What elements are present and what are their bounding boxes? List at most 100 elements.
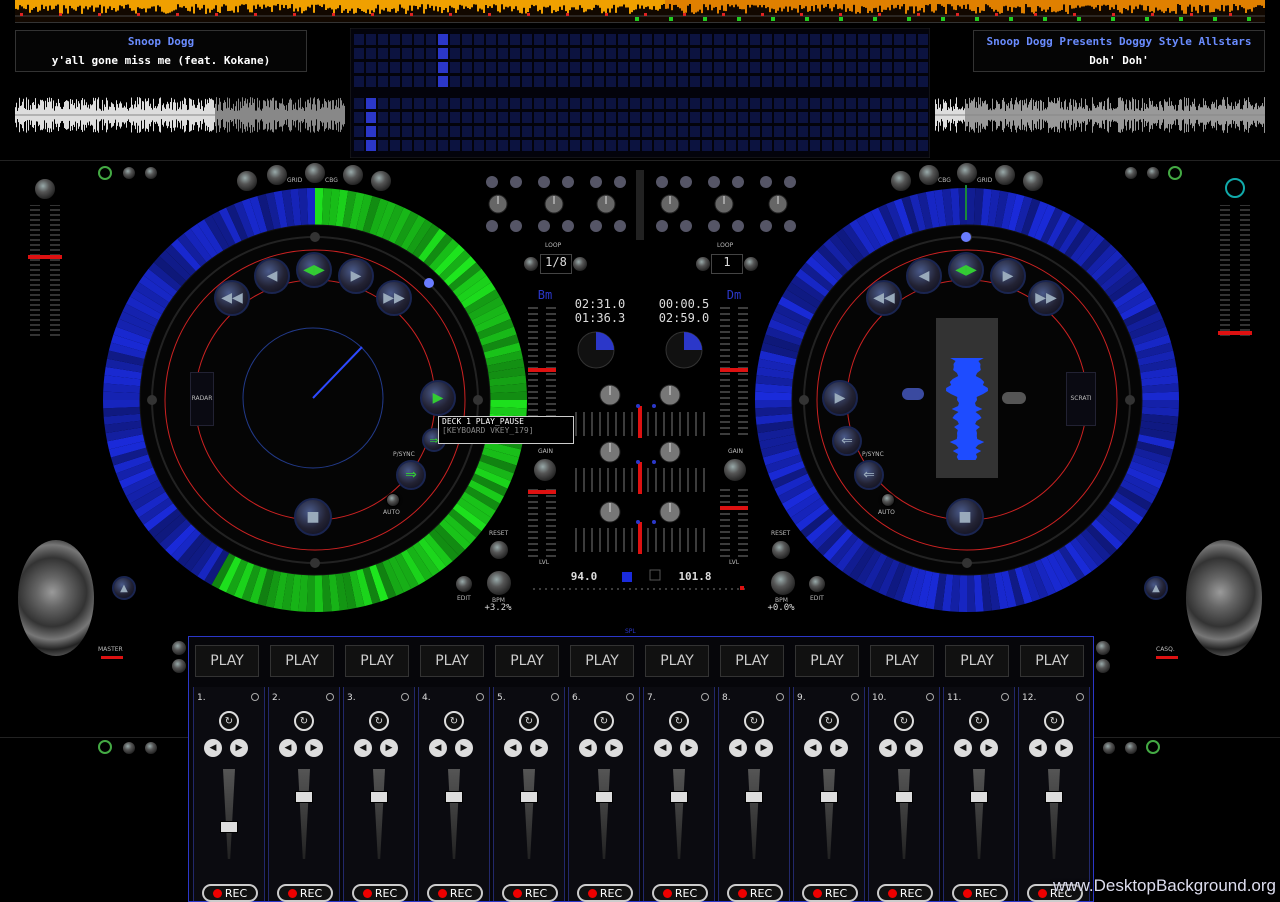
sampler-scroll-up-right[interactable] — [1095, 640, 1111, 656]
deck-a-knob[interactable] — [236, 170, 258, 192]
sampler-prev-icon[interactable]: ◀ — [504, 739, 522, 757]
deck-a-reset-button[interactable] — [489, 540, 509, 560]
deck-b-play-button[interactable]: ▶ — [822, 380, 858, 416]
deck-a-knob[interactable] — [266, 164, 288, 186]
sampler-volume-track[interactable] — [298, 769, 310, 859]
sampler-volume-track[interactable] — [598, 769, 610, 859]
sampler-next-icon[interactable]: ▶ — [905, 739, 923, 757]
sampler-rec-button[interactable]: REC — [202, 884, 258, 902]
mixer-eq-knobs[interactable] — [478, 170, 802, 240]
sampler-option-right[interactable] — [1124, 741, 1138, 755]
sampler-volume-track[interactable] — [448, 769, 460, 859]
sampler-rec-button[interactable]: REC — [802, 884, 858, 902]
deck-a-knob[interactable] — [342, 164, 364, 186]
sampler-next-icon[interactable]: ▶ — [755, 739, 773, 757]
sampler-play-button[interactable]: PLAY — [645, 645, 709, 677]
sampler-select-icon[interactable] — [626, 693, 634, 701]
overview-waveform[interactable] — [15, 0, 1265, 23]
sampler-loop-icon[interactable]: ↻ — [594, 711, 614, 731]
sampler-select-icon[interactable] — [551, 693, 559, 701]
sampler-prev-icon[interactable]: ◀ — [804, 739, 822, 757]
deck-b-knob[interactable] — [994, 164, 1016, 186]
deck-b-fast-forward-button[interactable]: ▶▶ — [1028, 280, 1064, 316]
sampler-option-left[interactable] — [122, 741, 136, 755]
sampler-rec-button[interactable]: REC — [277, 884, 333, 902]
sampler-prev-icon[interactable]: ◀ — [204, 739, 222, 757]
sampler-prev-icon[interactable]: ◀ — [1029, 739, 1047, 757]
sampler-loop-icon[interactable]: ↻ — [444, 711, 464, 731]
sampler-volume-handle[interactable] — [445, 791, 463, 803]
deck-b-option-button[interactable] — [1168, 166, 1182, 180]
deck-b-knob[interactable] — [1022, 170, 1044, 192]
deck-b-gain-knob[interactable] — [723, 458, 747, 482]
sampler-next-icon[interactable]: ▶ — [305, 739, 323, 757]
sampler-play-button[interactable]: PLAY — [795, 645, 859, 677]
deck-b-rewind-button[interactable]: ◀◀ — [866, 280, 902, 316]
sampler-prev-icon[interactable]: ◀ — [354, 739, 372, 757]
sampler-volume-track[interactable] — [673, 769, 685, 859]
sampler-option-left[interactable] — [98, 740, 112, 754]
headphone-volume-level[interactable] — [1156, 656, 1178, 659]
sampler-volume-handle[interactable] — [1045, 791, 1063, 803]
sampler-volume-handle[interactable] — [895, 791, 913, 803]
deck-a-radar-toggle[interactable]: RADAR — [190, 372, 214, 426]
deck-b-auto-button[interactable] — [881, 493, 895, 507]
sampler-select-icon[interactable] — [401, 693, 409, 701]
sampler-prev-icon[interactable]: ◀ — [879, 739, 897, 757]
deck-a-play-button[interactable]: ▶ — [420, 380, 456, 416]
sampler-play-button[interactable]: PLAY — [570, 645, 634, 677]
deck-a-pitch-knob[interactable] — [34, 178, 56, 200]
sampler-next-icon[interactable]: ▶ — [980, 739, 998, 757]
sampler-loop-icon[interactable]: ↻ — [969, 711, 989, 731]
master-volume-level[interactable] — [101, 656, 123, 659]
deck-b-sync-button[interactable]: ⇐ — [854, 460, 884, 490]
sampler-next-icon[interactable]: ▶ — [455, 739, 473, 757]
sampler-select-icon[interactable] — [251, 693, 259, 701]
sampler-volume-handle[interactable] — [595, 791, 613, 803]
sampler-select-icon[interactable] — [476, 693, 484, 701]
sampler-rec-button[interactable]: REC — [877, 884, 933, 902]
sampler-volume-handle[interactable] — [820, 791, 838, 803]
deck-a-fast-forward-button[interactable]: ▶▶ — [376, 280, 412, 316]
deck-b-knob[interactable] — [890, 170, 912, 192]
deck-a-waveform[interactable] — [15, 95, 345, 135]
sampler-select-icon[interactable] — [701, 693, 709, 701]
sampler-play-button[interactable]: PLAY — [1020, 645, 1084, 677]
sampler-scroll-down-left[interactable] — [171, 658, 187, 674]
sampler-rec-button[interactable]: REC — [577, 884, 633, 902]
deck-b-forward-button[interactable]: ▶ — [990, 258, 1026, 294]
sampler-play-button[interactable]: PLAY — [195, 645, 259, 677]
deck-b-pitch-knob[interactable] — [1225, 178, 1245, 198]
sampler-volume-track[interactable] — [823, 769, 835, 859]
deck-b-option-button[interactable] — [1124, 166, 1138, 180]
sampler-loop-icon[interactable]: ↻ — [1044, 711, 1064, 731]
deck-a-edit-button[interactable] — [455, 575, 473, 593]
sampler-select-icon[interactable] — [851, 693, 859, 701]
sampler-prev-icon[interactable]: ◀ — [954, 739, 972, 757]
sampler-volume-handle[interactable] — [745, 791, 763, 803]
sampler-loop-icon[interactable]: ↻ — [294, 711, 314, 731]
deck-a-option-button[interactable] — [98, 166, 112, 180]
deck-a-forward-button[interactable]: ▶ — [338, 258, 374, 294]
deck-b-scratch-toggle[interactable]: SCRATI — [1066, 372, 1096, 426]
sampler-volume-track[interactable] — [223, 769, 235, 859]
sampler-rec-button[interactable]: REC — [727, 884, 783, 902]
deck-b-option-button[interactable] — [1146, 166, 1160, 180]
deck-a-auto-button[interactable] — [386, 493, 400, 507]
sampler-loop-icon[interactable]: ↻ — [744, 711, 764, 731]
sampler-play-button[interactable]: PLAY — [345, 645, 409, 677]
deck-b-waveform[interactable] — [935, 95, 1265, 135]
sampler-loop-icon[interactable]: ↻ — [669, 711, 689, 731]
sampler-volume-handle[interactable] — [670, 791, 688, 803]
deck-a-rewind-button[interactable]: ◀◀ — [214, 280, 250, 316]
sampler-loop-icon[interactable]: ↻ — [819, 711, 839, 731]
sampler-volume-handle[interactable] — [970, 791, 988, 803]
deck-b-grid-knob[interactable] — [956, 162, 978, 184]
sampler-volume-track[interactable] — [898, 769, 910, 859]
sampler-next-icon[interactable]: ▶ — [530, 739, 548, 757]
deck-b-loop-up[interactable] — [743, 256, 759, 272]
deck-a-platter[interactable] — [100, 185, 530, 615]
deck-a-loop-up[interactable] — [572, 256, 588, 272]
sampler-next-icon[interactable]: ▶ — [380, 739, 398, 757]
deck-a-cue-button[interactable]: ◀▶ — [296, 252, 332, 288]
